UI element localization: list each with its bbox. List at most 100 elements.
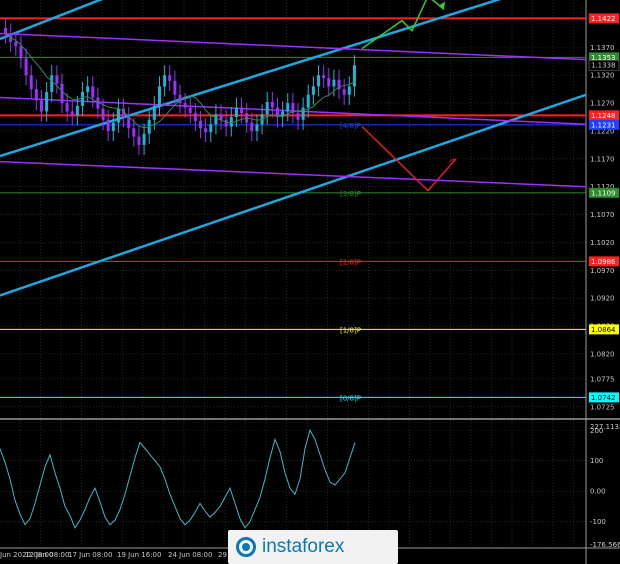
y-tick-label: 1.0970 — [590, 267, 615, 275]
candle-body — [4, 27, 8, 34]
logo-text: instaforex — [262, 536, 345, 557]
price-level-tag-text: 1.1109 — [591, 189, 616, 197]
candle-body — [75, 105, 79, 116]
candle-body — [234, 107, 238, 118]
candle-body — [301, 107, 305, 120]
candle-body — [183, 103, 187, 108]
candle-body — [352, 65, 356, 87]
y-tick-label: 1.0775 — [590, 375, 615, 383]
candle-body — [322, 75, 326, 79]
candle-body — [55, 75, 59, 84]
murrey-level-label: [0/8]P — [340, 394, 361, 402]
candle-body — [127, 117, 131, 129]
candle-body — [152, 105, 156, 120]
price-level-tag: 1.1248 — [589, 110, 619, 121]
y-tick-label: 1.0920 — [590, 295, 615, 303]
candle-body — [342, 89, 346, 95]
candle-body — [14, 41, 18, 47]
price-level-tag: 1.1231 — [589, 119, 619, 130]
price-level-tag: 1.0742 — [589, 392, 619, 403]
osc-y-tick-label: 100 — [590, 457, 603, 465]
candle-body — [204, 128, 208, 133]
murrey-level-label: [2/8]P — [340, 258, 361, 266]
candle-body — [317, 75, 321, 87]
candle-body — [306, 94, 310, 108]
candle-body — [70, 111, 74, 116]
y-tick-label: 1.0725 — [590, 403, 615, 411]
y-tick-label: 1.1020 — [590, 239, 615, 247]
candle-body — [255, 124, 259, 131]
current-price-label: 1.1338 — [591, 62, 616, 70]
candle-body — [106, 119, 110, 131]
candle-body — [265, 101, 269, 115]
x-tick-label: 24 Jun 08:00 — [168, 551, 212, 559]
channel-upper-line — [0, 0, 104, 41]
y-tick-label: 1.1370 — [590, 44, 615, 52]
osc-y-tick-label: 200 — [590, 427, 603, 435]
candle-body — [270, 101, 274, 108]
x-tick-label: 12 Jun 08:00 — [25, 551, 69, 559]
candle-body — [142, 133, 146, 145]
price-level-tag-text: 1.1231 — [591, 121, 616, 129]
y-tick-label: 1.1320 — [590, 72, 615, 80]
chart-stage: 1.1370 1.1320 1.1270 1.1220 1.1170 1.1120 1.10… — [0, 0, 620, 564]
candle-body — [163, 75, 167, 87]
candle-body — [24, 58, 28, 76]
candle-body — [34, 89, 38, 101]
candle-body — [157, 86, 161, 106]
y-tick-label: 1.1170 — [590, 155, 615, 163]
candle-body — [39, 100, 43, 112]
candle-body — [91, 86, 95, 98]
candle-body — [101, 108, 105, 120]
osc-y-tick-label: 0.00 — [590, 488, 606, 496]
price-level-tag-text: 1.1422 — [591, 15, 616, 23]
price-level-tag-text: 1.0986 — [591, 258, 616, 266]
candle-body — [286, 103, 290, 112]
candle-body — [332, 79, 336, 87]
candle-body — [209, 124, 213, 133]
price-chart[interactable]: 1.13701.13201.12701.12201.11701.11201.10… — [0, 0, 620, 564]
candle-body — [275, 107, 279, 118]
y-tick-label: 1.1070 — [590, 211, 615, 219]
candle-body — [65, 103, 69, 112]
instaforex-logo: instaforex — [228, 530, 398, 564]
candle-body — [173, 80, 177, 95]
candle-body — [229, 117, 233, 127]
y-tick-label: 1.0820 — [590, 350, 615, 358]
candle-body — [199, 120, 203, 129]
price-level-tag: 1.0986 — [589, 256, 619, 267]
purple-channel-upper — [0, 32, 587, 61]
x-tick-label: 19 Jun 16:00 — [117, 551, 161, 559]
candle-body — [81, 91, 85, 106]
candle-body — [250, 122, 254, 131]
price-level-tag-text: 1.1248 — [591, 112, 616, 120]
x-tick-label: 17 Jun 08:00 — [68, 551, 112, 559]
candle-body — [193, 113, 197, 121]
price-level-tag: 1.1422 — [589, 13, 619, 24]
murrey-level-label: [4/8]P — [340, 122, 361, 130]
candle-body — [347, 86, 351, 95]
candle-body — [296, 113, 300, 120]
candle-body — [327, 78, 331, 87]
bullish-forecast-arrow — [361, 0, 445, 50]
oscillator-line — [0, 428, 356, 529]
candle-body — [111, 122, 115, 131]
murrey-level-label: [3/8]P — [340, 190, 361, 198]
purple-channel-lower — [0, 160, 587, 188]
candle-body — [311, 86, 315, 95]
price-level-tag-text: 1.0864 — [591, 326, 616, 334]
murrey-level-label: [1/8]P — [340, 326, 361, 334]
candle-body — [168, 75, 172, 81]
y-tick-label: 1.1270 — [590, 100, 615, 108]
candle-body — [188, 107, 192, 114]
candle-body — [86, 86, 90, 92]
candle-body — [132, 128, 136, 137]
candle-body — [60, 83, 64, 104]
price-level-tag: 1.1109 — [589, 187, 619, 198]
price-level-tag-text: 1.0742 — [591, 394, 616, 402]
candle-body — [50, 75, 54, 92]
candle-body — [116, 108, 120, 123]
candle-body — [219, 114, 223, 120]
price-level-tag: 1.0864 — [589, 324, 619, 335]
candle-body — [224, 119, 228, 127]
